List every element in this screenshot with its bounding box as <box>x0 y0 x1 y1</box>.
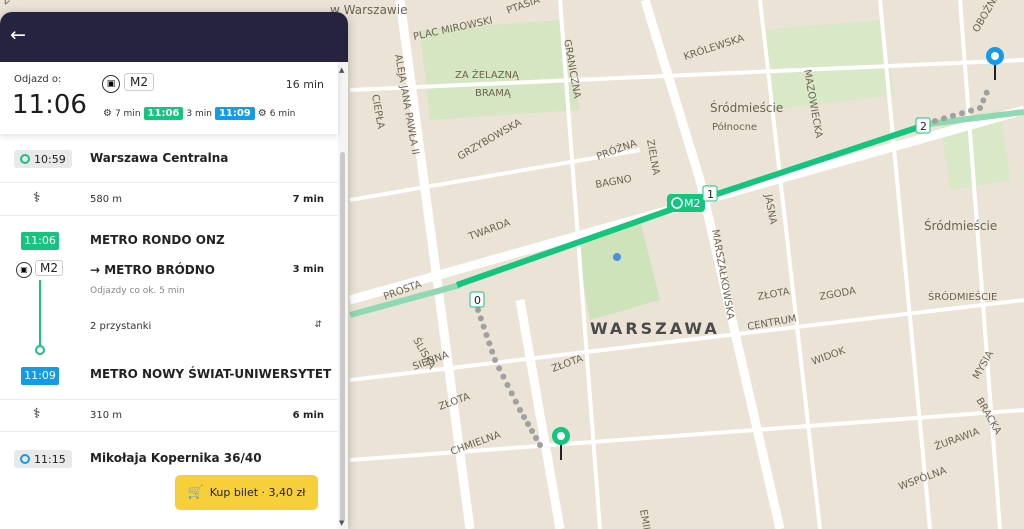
walk-path-dot <box>480 323 487 330</box>
start-time-chip: 10:59 <box>14 150 72 168</box>
trip-duration: 16 min <box>285 78 324 91</box>
arrive-time-tag: 11:09 <box>214 107 255 120</box>
map-street-label: Północne <box>712 121 757 133</box>
map-street-label: BRAMĄ <box>475 88 512 99</box>
walk-path-dot <box>533 435 539 441</box>
marker-2[interactable]: 2 <box>915 117 931 134</box>
walk-path-dot <box>959 110 965 117</box>
scroll-up-icon[interactable]: ▲ <box>339 66 344 74</box>
marker-1[interactable]: 1 <box>702 185 718 202</box>
walk-path-dot <box>941 115 947 122</box>
walk2-time: 6 min <box>292 410 324 421</box>
start-place: Warszawa Centralna <box>90 151 229 165</box>
walk1-distance: 580 m <box>90 194 123 205</box>
end-time-chip: 11:15 <box>14 450 72 468</box>
map-street-label: Śródmieście <box>924 218 997 233</box>
svg-text:1: 1 <box>707 188 714 201</box>
walk-path-dot <box>983 89 990 96</box>
walk-path-dot <box>521 414 527 420</box>
walk2-distance: 310 m <box>90 410 123 421</box>
alight-stop: METRO NOWY ŚWIAT-UNIWERSYTET <box>90 367 332 381</box>
walk-path-dot <box>475 307 481 313</box>
walk-icon: ⚕ <box>33 406 41 422</box>
map-street-label: ŚRÓDMIEŚCIE <box>928 290 997 303</box>
walk-path-dot <box>977 105 983 111</box>
ride-time: 3 min <box>292 264 324 275</box>
scrollbar[interactable]: ▲ ▼ <box>338 62 348 529</box>
walk-path-dot <box>950 112 956 119</box>
scrollbar-thumb[interactable] <box>340 152 345 522</box>
line-badge: M2 <box>35 260 63 276</box>
bus-icon: ▣ <box>16 262 32 278</box>
walk-path-dot <box>489 348 496 355</box>
start-dot-icon <box>20 154 30 164</box>
scroll-down-icon[interactable]: ▼ <box>339 519 344 527</box>
board-time-tag: 11:06 <box>143 107 184 120</box>
header-bar: ← <box>0 12 348 62</box>
svg-text:0: 0 <box>474 294 481 307</box>
map-street-label: Śródmieście <box>710 100 783 115</box>
departure-label: Odjazd o: <box>14 74 62 85</box>
marker-0[interactable]: 0 <box>469 291 485 308</box>
route-segment-line <box>39 280 41 346</box>
end-place: Mikołaja Kopernika 36/40 <box>90 451 262 465</box>
walk2-min: 6 min <box>269 108 296 119</box>
trip-summary[interactable]: Odjazd o: 11:06 ▣ M2 16 min ⚙ 7 min 11:0… <box>0 62 338 134</box>
walk-path-dot <box>483 332 490 338</box>
walk-icon: ⚙ <box>257 108 267 119</box>
walk-path-dot <box>492 357 498 363</box>
segment-end-dot <box>35 345 45 355</box>
board-time: 11:06 <box>21 232 59 250</box>
walk-path-dot <box>932 118 938 124</box>
walk-path-dot <box>508 390 515 397</box>
expand-stops-icon[interactable]: ⇵ <box>314 320 322 330</box>
frequency: Odjazdy co ok. 5 min <box>90 286 185 296</box>
walk-path-dot <box>517 407 523 413</box>
walk-path-dot <box>512 398 519 405</box>
walk1-time: 7 min <box>292 194 324 205</box>
route-badge: M2 <box>667 194 705 212</box>
buy-ticket-button[interactable]: 🛒 Kup bilet · 3,40 zł <box>175 475 318 510</box>
walk-path-dot <box>968 107 974 114</box>
walk-path-dot <box>504 382 511 388</box>
board-stop: METRO RONDO ONZ <box>90 233 225 247</box>
walk-path-dot <box>525 421 531 427</box>
bus-icon: ▣ <box>102 75 120 93</box>
end-dot-icon <box>20 454 30 464</box>
alight-time: 11:09 <box>21 367 59 385</box>
summary-legs: ⚙ 7 min 11:06 3 min 11:09 ⚙ 6 min <box>103 107 295 120</box>
walk-path-dot <box>980 97 987 104</box>
line-badge: M2 <box>124 73 154 91</box>
walk-path-dot <box>477 315 484 322</box>
svg-text:2: 2 <box>920 120 927 133</box>
stops-count[interactable]: 2 przystanki <box>90 321 151 332</box>
arrow-left-icon[interactable]: ← <box>10 24 32 46</box>
walk-path-dot <box>500 373 507 380</box>
departure-time: 11:06 <box>12 90 87 120</box>
walk-path-dot <box>496 365 503 372</box>
walk-path-dot <box>486 340 493 347</box>
cart-icon: 🛒 <box>187 485 204 500</box>
map-street-label: ZA ŻELAZNĄ <box>455 68 520 81</box>
ride-min: 3 min <box>186 108 212 119</box>
route-panel: ← Odjazd o: 11:06 ▣ M2 16 min ⚙ 7 min 11… <box>0 12 348 529</box>
direction: → METRO BRÓDNO <box>90 263 215 277</box>
walk-path-dot <box>529 428 535 434</box>
walk-icon: ⚙ <box>103 108 112 119</box>
walk1-min: 7 min <box>114 108 141 119</box>
walk-icon: ⚕ <box>33 190 41 206</box>
district-label: WARSZAWA <box>590 319 720 338</box>
walk-path-dot <box>537 442 543 448</box>
svg-text:M2: M2 <box>684 197 701 210</box>
